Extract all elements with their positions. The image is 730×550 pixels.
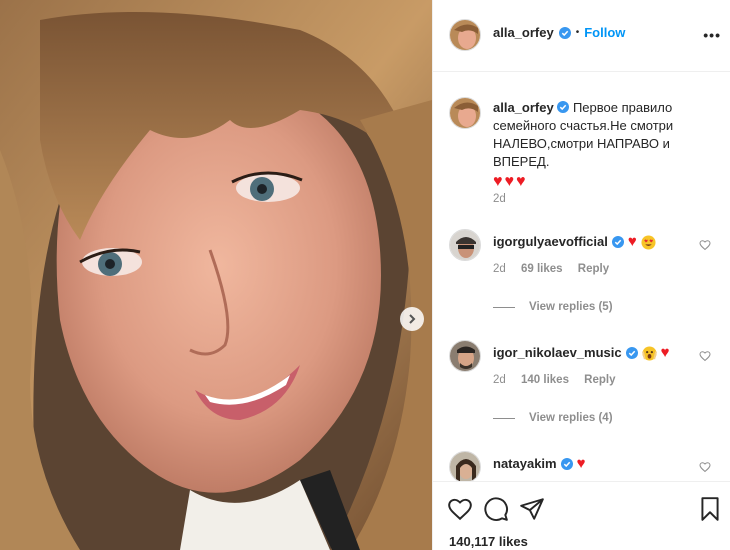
follow-button[interactable]: Follow: [584, 25, 625, 40]
heart-emoji: ♥: [660, 344, 670, 361]
follow-separator: •: [575, 27, 580, 38]
heart-outline-icon[interactable]: [699, 461, 711, 473]
view-replies-label: View replies (5): [529, 301, 613, 313]
avatar-image: [450, 230, 480, 260]
verified-badge-icon: [560, 458, 573, 470]
comment-text: natayakim ♥: [493, 455, 721, 473]
divider-line: [493, 306, 515, 308]
screaming-face-emoji-icon: [641, 345, 657, 361]
post-photo: [0, 0, 432, 550]
comment-time[interactable]: 2d: [493, 374, 506, 386]
commenter-username[interactable]: natayakim: [493, 455, 557, 473]
likes-count[interactable]: 140,117 likes: [449, 534, 528, 549]
comment-text: igor_nikolaev_music ♥: [493, 344, 721, 362]
caption-username[interactable]: alla_orfey: [493, 100, 554, 115]
bookmark-icon[interactable]: [697, 496, 723, 522]
heart-emoji: ♥: [576, 455, 586, 472]
caption-time[interactable]: 2d: [493, 193, 506, 205]
comments-section: alla_orfey Первое правило семейного счас…: [433, 73, 730, 481]
heart-emoji: ♥♥♥: [493, 173, 528, 190]
post-sidebar: alla_orfey • Follow ••• alla_orfey Перво…: [432, 0, 730, 550]
reply-button[interactable]: Reply: [584, 374, 615, 386]
selfie-image: [0, 0, 432, 550]
next-photo-button[interactable]: [400, 307, 424, 331]
view-replies-button[interactable]: View replies (4): [493, 412, 613, 424]
verified-badge-icon: [557, 101, 570, 113]
comment-time[interactable]: 2d: [493, 263, 506, 275]
heart-outline-icon[interactable]: [699, 350, 711, 362]
author-username[interactable]: alla_orfey: [493, 25, 554, 40]
commenter-username[interactable]: igorgulyaevofficial: [493, 233, 608, 251]
comment-likes[interactable]: 140 likes: [521, 374, 569, 386]
view-replies-label: View replies (4): [529, 412, 613, 424]
avatar-image: [450, 20, 480, 50]
post-actions-bar: 140,117 likes: [433, 481, 730, 550]
author-avatar[interactable]: [449, 19, 481, 51]
view-replies-button[interactable]: View replies (5): [493, 301, 613, 313]
chevron-right-icon: [409, 314, 416, 324]
comment-likes[interactable]: 69 likes: [521, 263, 563, 275]
commenter-avatar[interactable]: [449, 451, 481, 481]
caption-avatar[interactable]: [449, 97, 481, 129]
comment-meta: 2d 140 likes Reply: [493, 374, 628, 386]
heart-eyes-emoji-icon: [641, 234, 656, 250]
avatar-image: [450, 98, 480, 128]
commenter-avatar[interactable]: [449, 229, 481, 261]
post-header: alla_orfey • Follow •••: [433, 0, 730, 72]
commenter-username[interactable]: igor_nikolaev_music: [493, 344, 622, 362]
verified-badge-icon: [625, 347, 638, 359]
verified-badge-icon: [611, 236, 624, 248]
avatar-image: [450, 341, 480, 371]
comment-meta: 2d 69 likes Reply: [493, 263, 621, 275]
caption-meta: 2d: [493, 193, 518, 205]
paper-plane-icon[interactable]: [519, 496, 545, 522]
divider-line: [493, 417, 515, 419]
verified-badge-icon: [558, 26, 571, 39]
heart-outline-icon[interactable]: [699, 239, 711, 251]
avatar-image: [450, 452, 480, 481]
comment-bubble-icon[interactable]: [483, 496, 509, 522]
heart-emoji: ♥: [627, 233, 637, 250]
commenter-avatar[interactable]: [449, 340, 481, 372]
comment-text: igorgulyaevofficial ♥: [493, 233, 721, 251]
heart-outline-icon[interactable]: [447, 496, 473, 522]
reply-button[interactable]: Reply: [578, 263, 609, 275]
more-options-button[interactable]: •••: [703, 27, 721, 43]
caption-text: alla_orfey Первое правило семейного счас…: [493, 99, 721, 191]
